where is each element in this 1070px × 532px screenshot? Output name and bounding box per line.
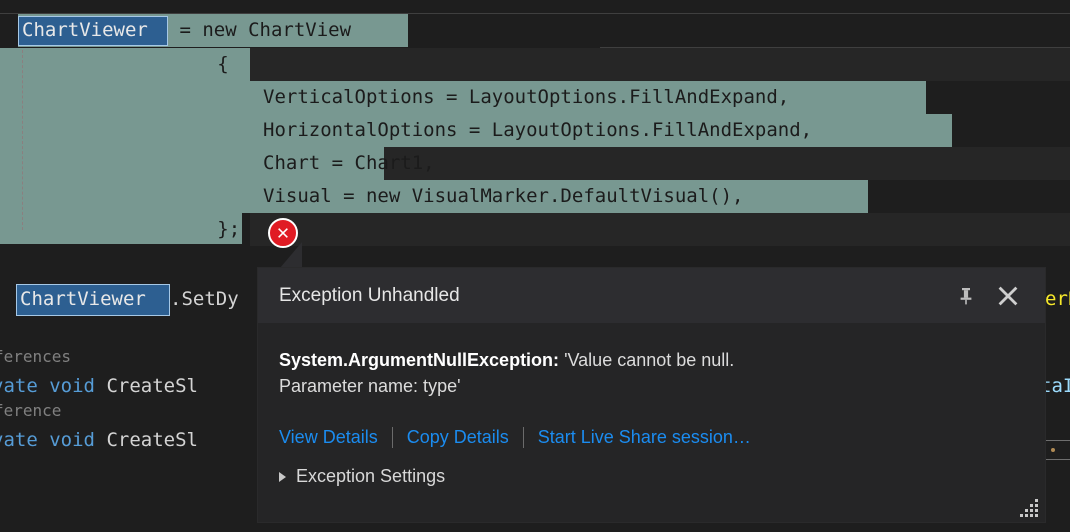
resize-grip[interactable]	[1020, 499, 1038, 517]
dialog-title: Exception Unhandled	[279, 284, 460, 306]
code-gap-line7	[250, 213, 1070, 246]
copy-details-link[interactable]: Copy Details	[407, 427, 509, 448]
code-line-6[interactable]: Visual = new VisualMarker.DefaultVisual(…	[80, 180, 743, 213]
code-line-2[interactable]: {	[80, 48, 228, 81]
start-live-share-link[interactable]: Start Live Share session…	[538, 427, 751, 448]
chevron-right-icon	[279, 471, 286, 482]
exception-settings-label: Exception Settings	[296, 466, 446, 486]
method-name-1: CreateSl	[106, 375, 198, 397]
code-line-1-rest[interactable]: = new ChartView	[168, 14, 351, 47]
exception-type: System.ArgumentNullException:	[279, 350, 560, 370]
code-line-4[interactable]: HorizontalOptions = LayoutOptions.FillAn…	[80, 114, 812, 147]
pin-icon[interactable]	[953, 283, 979, 309]
code-line-3[interactable]: VerticalOptions = LayoutOptions.FillAndE…	[80, 81, 789, 114]
codelens-references-2[interactable]: ference	[0, 400, 61, 422]
dialog-body: System.ArgumentNullException: 'Value can…	[258, 347, 1045, 487]
code-line-8-tail[interactable]: erB	[1045, 283, 1070, 316]
code-method-signature-1[interactable]: vate void CreateSl	[0, 370, 198, 403]
indent-guide	[22, 50, 23, 230]
exception-message-line2: Parameter name: type'	[279, 376, 461, 396]
exception-message-line1: 'Value cannot be null.	[564, 350, 735, 370]
keyword-void-1: void	[49, 375, 95, 397]
code-line-5[interactable]: Chart = Chart1,	[80, 147, 435, 180]
code-line-7[interactable]: };	[80, 213, 240, 246]
keyword-private-1: vate	[0, 375, 38, 397]
code-gap-line5	[384, 147, 1070, 180]
code-line-8-symbol[interactable]: ChartViewer	[20, 283, 146, 316]
vs-editor-screenshot: ChartViewer = new ChartView { VerticalOp…	[0, 0, 1070, 532]
exception-message: System.ArgumentNullException: 'Value can…	[279, 347, 1024, 399]
dialog-header-actions	[953, 283, 1021, 309]
keyword-private-2: vate	[0, 429, 38, 451]
view-details-link[interactable]: View Details	[279, 427, 378, 448]
method-name-2: CreateSl	[106, 429, 198, 451]
code-gap-line2	[250, 48, 1070, 81]
quick-action-dot-3	[1051, 448, 1055, 452]
close-icon[interactable]	[995, 283, 1021, 309]
keyword-void-2: void	[49, 429, 95, 451]
code-line-8-member[interactable]: .SetDy	[170, 283, 239, 316]
link-separator-2	[522, 427, 524, 448]
highlight-band-line2	[242, 48, 250, 81]
error-icon[interactable]	[268, 218, 298, 248]
link-separator-1	[391, 427, 393, 448]
dialog-header: Exception Unhandled	[258, 268, 1045, 323]
exception-settings-toggle[interactable]: Exception Settings	[279, 466, 1024, 487]
exception-dialog[interactable]: Exception Unhandled System.ArgumentNullE…	[258, 268, 1045, 522]
codelens-references-1[interactable]: ferences	[0, 346, 71, 368]
code-line-1-symbol[interactable]: ChartViewer	[22, 14, 148, 47]
code-method-signature-2[interactable]: vate void CreateSl	[0, 424, 198, 457]
dialog-links: View Details Copy Details Start Live Sha…	[279, 427, 1024, 448]
